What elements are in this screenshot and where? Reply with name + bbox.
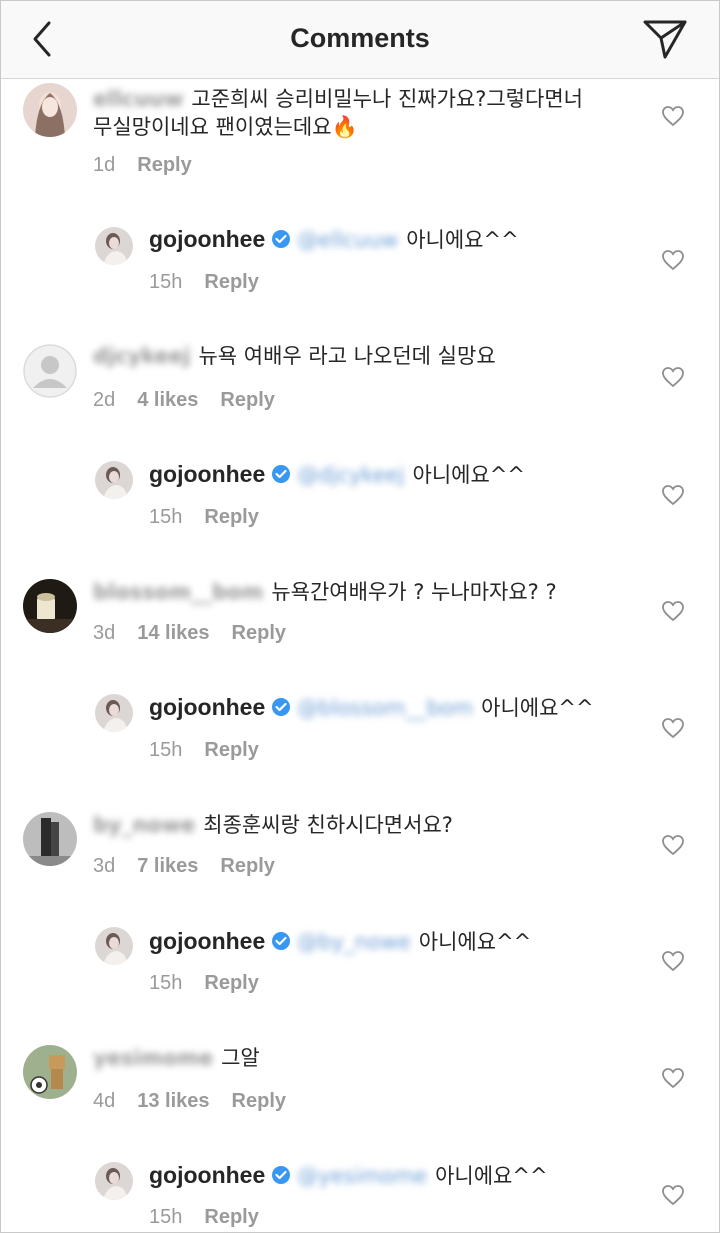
reply-text-line: gojoonhee @djcykeej 아니에요^^ <box>149 458 525 491</box>
reply-link[interactable]: Reply <box>232 1090 286 1113</box>
reply-link[interactable]: Reply <box>232 622 286 645</box>
timestamp: 2d <box>93 389 116 411</box>
mention-link[interactable]: @blossom__bom <box>297 692 473 724</box>
reply-meta: 15h Reply <box>149 1206 281 1229</box>
mention-link[interactable]: @yesimome <box>297 1160 427 1192</box>
reply-meta: 15h Reply <box>149 506 281 529</box>
verified-badge-icon <box>272 932 291 950</box>
comment-text-line: 무실망이네요 팬이였는데요🔥 <box>93 115 358 139</box>
timestamp: 3d <box>93 855 116 877</box>
likes-count[interactable]: 4 likes <box>137 389 198 412</box>
like-button[interactable] <box>661 834 685 856</box>
verified-badge-icon <box>272 1166 291 1184</box>
reply-meta: 15h Reply <box>149 271 281 294</box>
reply-link[interactable]: Reply <box>220 389 274 412</box>
timestamp: 15h <box>149 972 183 994</box>
reply-link[interactable]: Reply <box>204 506 258 529</box>
likes-count[interactable]: 7 likes <box>137 855 198 878</box>
mention-link[interactable]: @ellcuuw <box>297 224 398 256</box>
avatar[interactable] <box>95 227 133 265</box>
avatar[interactable] <box>23 1045 77 1099</box>
like-button[interactable] <box>661 950 685 972</box>
avatar[interactable] <box>95 927 133 965</box>
mention-link[interactable]: @djcykeej <box>297 459 404 491</box>
like-button[interactable] <box>661 484 685 506</box>
avatar[interactable] <box>23 812 77 866</box>
reply-text-line: gojoonhee @blossom__bom 아니에요^^ <box>149 691 594 724</box>
heart-icon <box>662 367 684 388</box>
timestamp: 15h <box>149 739 183 761</box>
reply-link[interactable]: Reply <box>220 855 274 878</box>
comment-text-line: djcykeej 뉴욕 여배우 라고 나오던데 실망요 <box>93 340 496 372</box>
reply-username[interactable]: gojoonhee <box>149 694 265 720</box>
comment-username[interactable]: djcykeej <box>93 340 190 372</box>
like-button[interactable] <box>661 717 685 739</box>
comment-text-line: blossom__bom 뉴욕간여배우가 ? 누나마자요? ? <box>93 576 557 608</box>
reply-link[interactable]: Reply <box>204 972 258 995</box>
timestamp: 4d <box>93 1090 116 1112</box>
like-button[interactable] <box>661 105 685 127</box>
paper-plane-icon <box>643 20 687 59</box>
send-button[interactable] <box>641 17 689 61</box>
heart-icon <box>662 951 684 972</box>
timestamp: 1d <box>93 154 116 176</box>
verified-badge-icon <box>272 465 291 483</box>
avatar[interactable] <box>95 461 133 499</box>
reply-link[interactable]: Reply <box>137 154 191 177</box>
heart-icon <box>662 601 684 622</box>
like-button[interactable] <box>661 600 685 622</box>
reply-link[interactable]: Reply <box>204 739 258 762</box>
comment-text-line: by_nowe 최종훈씨랑 친하시다면서요? <box>93 809 453 841</box>
reply-meta: 15h Reply <box>149 739 281 762</box>
comment-meta: 1d Reply <box>93 154 214 177</box>
heart-icon <box>662 485 684 506</box>
heart-icon <box>662 250 684 271</box>
reply-username[interactable]: gojoonhee <box>149 928 265 954</box>
reply-link[interactable]: Reply <box>204 271 258 294</box>
heart-icon <box>662 106 684 127</box>
timestamp: 15h <box>149 1206 183 1228</box>
avatar[interactable] <box>23 83 77 137</box>
verified-badge-icon <box>272 698 291 716</box>
like-button[interactable] <box>661 1184 685 1206</box>
timestamp: 3d <box>93 622 116 644</box>
comment-username[interactable]: by_nowe <box>93 809 195 841</box>
comment-username[interactable]: yesimome <box>93 1042 213 1074</box>
verified-badge-icon <box>272 230 291 248</box>
reply-text-line: gojoonhee @yesimome 아니에요^^ <box>149 1159 548 1192</box>
like-button[interactable] <box>661 1067 685 1089</box>
comment-meta: 3d 7 likes Reply <box>93 855 297 878</box>
timestamp: 15h <box>149 506 183 528</box>
reply-username[interactable]: gojoonhee <box>149 461 265 487</box>
avatar[interactable] <box>95 1162 133 1200</box>
avatar[interactable] <box>23 579 77 633</box>
comment-meta: 4d 13 likes Reply <box>93 1090 308 1113</box>
likes-count[interactable]: 13 likes <box>137 1090 209 1113</box>
heart-icon <box>662 1068 684 1089</box>
reply-meta: 15h Reply <box>149 972 281 995</box>
heart-icon <box>662 1185 684 1206</box>
top-bar: Comments <box>1 1 719 79</box>
like-button[interactable] <box>661 249 685 271</box>
comment-username[interactable]: blossom__bom <box>93 576 263 608</box>
avatar[interactable] <box>95 694 133 732</box>
reply-text-line: gojoonhee @by_nowe 아니에요^^ <box>149 925 531 958</box>
page-title: Comments <box>290 23 430 53</box>
avatar[interactable] <box>23 344 77 398</box>
comment-meta: 3d 14 likes Reply <box>93 622 308 645</box>
reply-link[interactable]: Reply <box>204 1206 258 1229</box>
like-button[interactable] <box>661 366 685 388</box>
likes-count[interactable]: 14 likes <box>137 622 209 645</box>
timestamp: 15h <box>149 271 183 293</box>
reply-username[interactable]: gojoonhee <box>149 226 265 252</box>
heart-icon <box>662 718 684 739</box>
comment-text-line: yesimome 그알 <box>93 1042 260 1074</box>
mention-link[interactable]: @by_nowe <box>297 926 411 958</box>
reply-text-line: gojoonhee @ellcuuw 아니에요^^ <box>149 223 519 256</box>
heart-icon <box>662 835 684 856</box>
reply-username[interactable]: gojoonhee <box>149 1162 265 1188</box>
comment-meta: 2d 4 likes Reply <box>93 389 297 412</box>
